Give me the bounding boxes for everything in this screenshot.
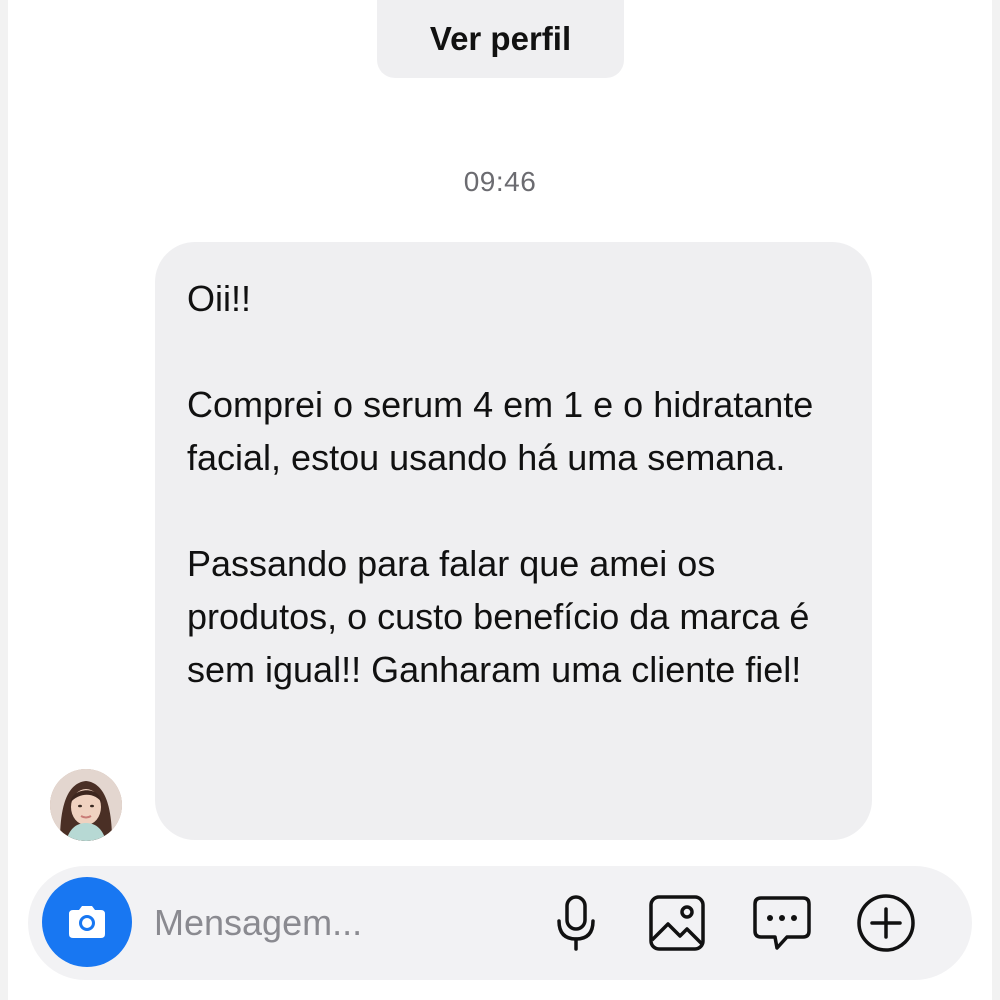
- message-timestamp: 09:46: [463, 166, 537, 197]
- image-icon: [649, 895, 705, 951]
- user-avatar-photo: [50, 769, 122, 841]
- plus-circle-icon: [857, 894, 915, 952]
- microphone-button[interactable]: [544, 891, 608, 955]
- screen-edge-left: [0, 0, 8, 1000]
- more-options-button[interactable]: [854, 891, 918, 955]
- message-paragraph: Comprei o serum 4 em 1 e o hidratante fa…: [187, 384, 814, 478]
- gallery-button[interactable]: [645, 891, 709, 955]
- message-paragraph: Oii!!: [187, 278, 252, 319]
- view-profile-button[interactable]: Ver perfil: [377, 0, 624, 78]
- camera-icon: [69, 906, 105, 938]
- message-input[interactable]: [154, 893, 534, 953]
- message-composer: [28, 866, 972, 980]
- sender-avatar[interactable]: [50, 769, 122, 841]
- microphone-icon: [557, 895, 595, 951]
- message-paragraph: Passando para falar que amei os produtos…: [187, 543, 810, 690]
- incoming-message-bubble[interactable]: Oii!! Comprei o serum 4 em 1 e o hidrata…: [155, 242, 872, 840]
- sticker-button[interactable]: [750, 891, 814, 955]
- screen-edge-right: [992, 0, 1000, 1000]
- chat-bubble-icon: [753, 896, 811, 950]
- camera-button[interactable]: [42, 877, 132, 967]
- chat-screen: Ver perfil 09:46 Oii!! Comprei o serum 4…: [0, 0, 1000, 1000]
